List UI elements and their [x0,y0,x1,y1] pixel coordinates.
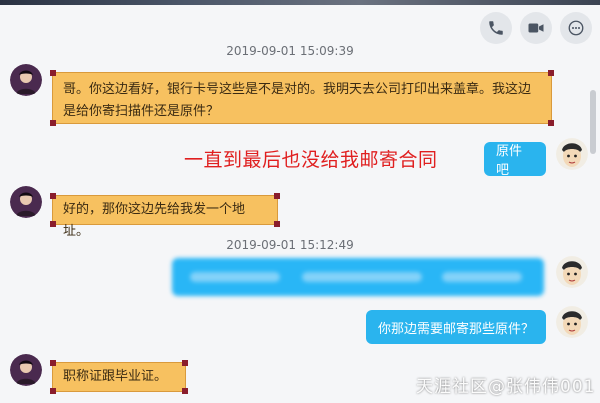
voice-call-button[interactable] [480,12,512,44]
message-text: 职称证跟毕业证。 [63,369,168,384]
redacted-message-bubble [172,258,544,296]
self-avatar[interactable] [556,138,588,170]
contact-avatar[interactable] [10,354,42,386]
video-icon [528,23,544,33]
chat-toolbar [480,12,592,44]
more-options-button[interactable] [560,12,592,44]
window-top-strip [0,0,600,5]
message-text: 好的，那你这边先给我发一个地址。 [63,202,246,239]
incoming-message-bubble: 哥。你这边看好，银行卡号这些是不是对的。我明天去公司打印出来盖章。我这边是给你寄… [50,70,554,126]
watermark: 天涯社区@张伟伟001 [416,377,596,397]
message-text: 哥。你这边看好，银行卡号这些是不是对的。我明天去公司打印出来盖章。我这边是给你寄… [63,82,532,119]
message-text: 你那边需要邮寄那些原件？ [378,321,535,337]
incoming-message-bubble: 好的，那你这边先给我发一个地址。 [50,193,280,239]
outgoing-message-bubble: 你那边需要邮寄那些原件？ [366,310,546,344]
chat-scrollbar[interactable] [590,90,596,154]
message-text: 原件吧 [496,144,523,178]
self-avatar[interactable] [556,256,588,288]
overlay-annotation: 一直到最后也没给我邮寄合同 [184,149,438,171]
phone-icon [489,21,503,35]
contact-avatar[interactable] [10,64,42,96]
incoming-message-bubble: 职称证跟毕业证。 [50,360,188,394]
message-timestamp: 2019-09-01 15:09:39 [226,44,354,58]
outgoing-message-bubble: 原件吧 [484,142,546,178]
self-avatar[interactable] [556,306,588,338]
message-timestamp: 2019-09-01 15:12:49 [226,238,354,252]
more-icon [568,20,584,36]
contact-avatar[interactable] [10,186,42,218]
video-call-button[interactable] [520,12,552,44]
